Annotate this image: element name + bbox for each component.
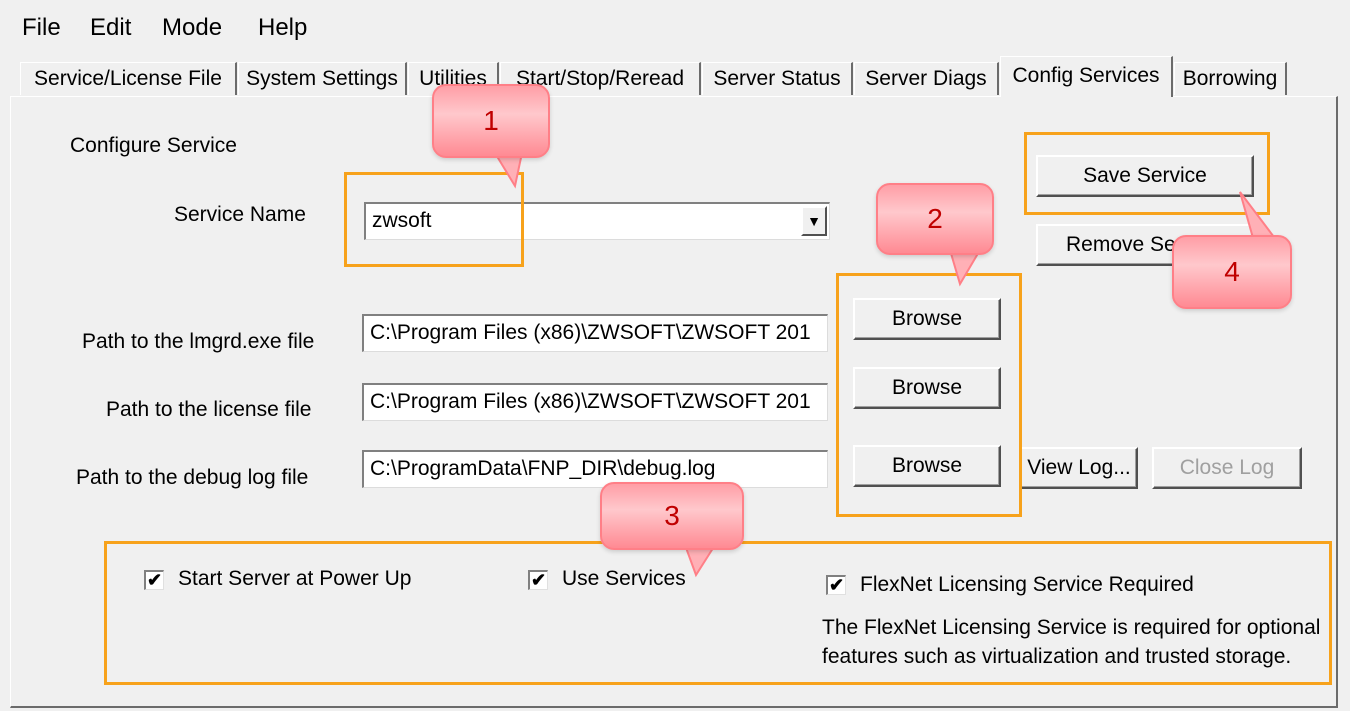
callout-2-tail (948, 249, 982, 287)
tab-config-services[interactable]: Config Services (1000, 56, 1173, 97)
callout-tails (493, 152, 1283, 578)
callout-1: 1 (432, 84, 550, 158)
callout-2: 2 (876, 183, 994, 255)
callout-4: 4 (1172, 235, 1292, 309)
callout-3: 3 (600, 482, 744, 550)
